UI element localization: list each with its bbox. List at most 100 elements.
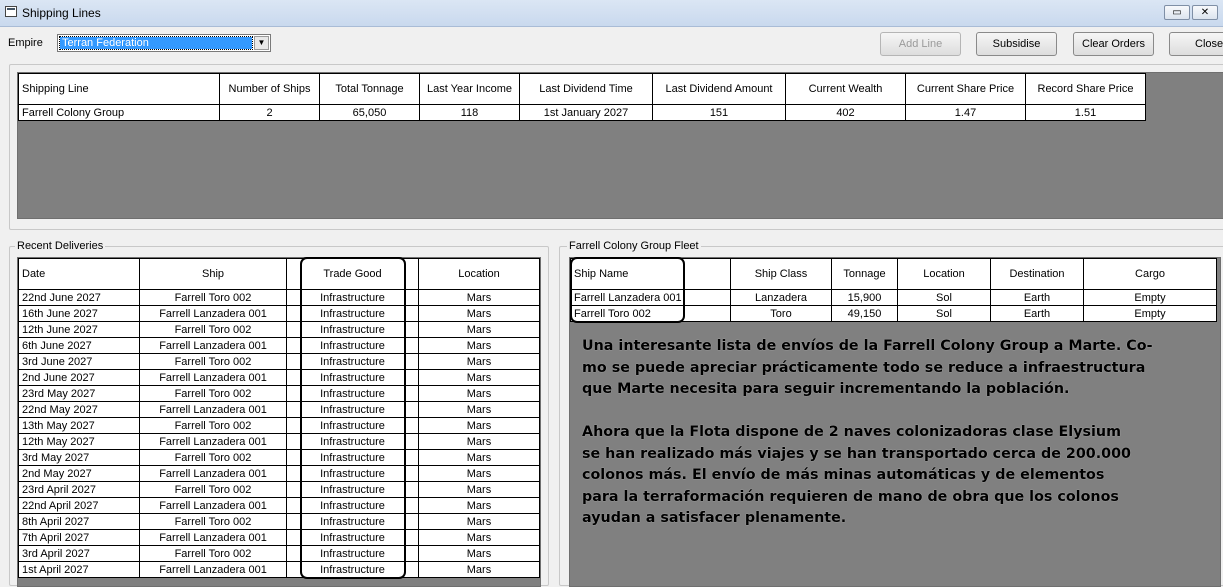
- fleet-column-header[interactable]: Destination: [990, 258, 1084, 290]
- table-cell: 15,900: [831, 289, 898, 306]
- table-row[interactable]: 13th May 2027 Farrell Toro 002 Infrastruct…: [18, 417, 540, 434]
- table-cell: Farrell Lanzadera 001: [139, 305, 287, 322]
- table-row[interactable]: 3rd April 2027 Farrell Toro 002 Infrastruc…: [18, 545, 540, 562]
- table-cell: Farrell Lanzadera 001: [139, 497, 287, 514]
- annotation-line: Ahora que la Flota dispone de 2 naves co…: [582, 424, 1122, 440]
- empire-dropdown[interactable]: Terran Federation ▼: [57, 34, 271, 52]
- table-cell: 3rd April 2027: [18, 545, 140, 562]
- empire-selected-value: Terran Federation: [59, 36, 253, 50]
- table-cell: Farrell Toro 002: [139, 385, 287, 402]
- shipping-lines-column-header[interactable]: Current Wealth: [785, 73, 906, 105]
- shipping-lines-column-header[interactable]: Last Dividend Amount: [652, 73, 786, 105]
- table-cell: Earth: [990, 289, 1084, 306]
- table-row[interactable]: 23rd May 2027 Farrell Toro 002 Infrastruct…: [18, 385, 540, 402]
- table-row[interactable]: 12th May 2027 Farrell Lanzadera 001 Infras…: [18, 433, 540, 450]
- shipping-lines-column-header[interactable]: Number of Ships: [219, 73, 320, 105]
- table-cell: Mars: [418, 321, 540, 338]
- shipping-lines-column-header[interactable]: Record Share Price: [1025, 73, 1146, 105]
- recent-deliveries-table: Date Ship Trade Good Location 22nd June 202…: [18, 258, 540, 578]
- close-button[interactable]: Close: [1169, 32, 1223, 56]
- table-cell: Mars: [418, 561, 540, 578]
- close-window-button[interactable]: ✕: [1192, 5, 1218, 20]
- table-cell: Mars: [418, 385, 540, 402]
- table-row[interactable]: 2nd June 2027 Farrell Lanzadera 001 Infras…: [18, 369, 540, 386]
- table-cell: Sol: [897, 289, 991, 306]
- table-cell: Mars: [418, 449, 540, 466]
- shipping-lines-column-header[interactable]: Total Tonnage: [319, 73, 420, 105]
- table-cell: Mars: [418, 369, 540, 386]
- table-cell: 23rd May 2027: [18, 385, 140, 402]
- annotation-line: se han realizado más viajes y se han tra…: [582, 445, 1131, 462]
- add-line-button[interactable]: Add Line: [880, 32, 961, 56]
- deliveries-column-header[interactable]: Ship: [139, 258, 287, 290]
- table-cell: 1st January 2027: [519, 104, 653, 121]
- table-cell: 12th June 2027: [18, 321, 140, 338]
- annotation-line: colonos más. El envío de más minas autom…: [582, 467, 1105, 483]
- shipping-lines-grid[interactable]: Shipping Line Number of Ships Total Tonnag…: [17, 72, 1223, 219]
- table-row[interactable]: 2nd May 2027 Farrell Lanzadera 001 Infrast…: [18, 465, 540, 482]
- table-cell: 22nd June 2027: [18, 289, 140, 306]
- table-row[interactable]: 23rd April 2027 Farrell Toro 002 Infrastru…: [18, 481, 540, 498]
- table-row[interactable]: 22nd June 2027 Farrell Toro 002 Infrastruc…: [18, 289, 540, 306]
- table-cell: 118: [419, 104, 520, 121]
- table-cell: 22nd April 2027: [18, 497, 140, 514]
- table-cell: 13th May 2027: [18, 417, 140, 434]
- table-cell: Mars: [418, 529, 540, 546]
- table-cell: Farrell Lanzadera 001: [139, 529, 287, 546]
- table-cell: Mars: [418, 497, 540, 514]
- table-cell: Mars: [418, 545, 540, 562]
- table-row[interactable]: 7th April 2027 Farrell Lanzadera 001 Infra…: [18, 529, 540, 546]
- table-row[interactable]: 1st April 2027 Farrell Lanzadera 001 Infra…: [18, 561, 540, 578]
- table-cell: 16th June 2027: [18, 305, 140, 322]
- fleet-column-header[interactable]: Location: [897, 258, 991, 290]
- table-row[interactable]: 16th June 2027 Farrell Lanzadera 001 Infra…: [18, 305, 540, 322]
- annotation-line: mo se puede apreciar prácticamente todo …: [582, 359, 1146, 376]
- table-row[interactable]: 22nd May 2027 Farrell Lanzadera 001 Infras…: [18, 401, 540, 418]
- shipping-lines-column-header[interactable]: Last Year Income: [419, 73, 520, 105]
- table-row[interactable]: 3rd May 2027 Farrell Toro 002 Infrastructu…: [18, 449, 540, 466]
- table-cell: 7th April 2027: [18, 529, 140, 546]
- deliveries-column-header[interactable]: Location: [418, 258, 540, 290]
- table-cell: Farrell Lanzadera 001: [139, 337, 287, 354]
- fleet-column-header[interactable]: Tonnage: [831, 258, 898, 290]
- fleet-label: Farrell Colony Group Fleet: [567, 240, 701, 252]
- table-cell: 3rd June 2027: [18, 353, 140, 370]
- table-cell: 2nd May 2027: [18, 465, 140, 482]
- fleet-column-header[interactable]: Cargo: [1083, 258, 1217, 290]
- fleet-column-header[interactable]: Ship Class: [730, 258, 832, 290]
- minimize-icon: ▭: [1172, 7, 1182, 18]
- chevron-down-icon[interactable]: ▼: [254, 36, 269, 50]
- table-row[interactable]: 8th April 2027 Farrell Toro 002 Infrastruc…: [18, 513, 540, 530]
- table-cell: Empty: [1083, 289, 1217, 306]
- table-cell: 1st April 2027: [18, 561, 140, 578]
- table-cell: Farrell Toro 002: [139, 513, 287, 530]
- minimize-button[interactable]: ▭: [1164, 5, 1190, 20]
- clear-orders-button[interactable]: Clear Orders: [1073, 32, 1154, 56]
- window-icon: [5, 6, 17, 17]
- table-row[interactable]: 22nd April 2027 Farrell Lanzadera 001 Infr…: [18, 497, 540, 514]
- table-row[interactable]: 6th June 2027 Farrell Lanzadera 001 Infras…: [18, 337, 540, 354]
- table-row[interactable]: 3rd June 2027 Farrell Toro 002 Infrastruct…: [18, 353, 540, 370]
- table-cell: Earth: [990, 305, 1084, 322]
- table-cell: 6th June 2027: [18, 337, 140, 354]
- table-row[interactable]: 12th June 2027 Farrell Toro 002 Infrastruc…: [18, 321, 540, 338]
- subsidise-button[interactable]: Subsidise: [976, 32, 1057, 56]
- table-cell: Farrell Lanzadera 001: [139, 401, 287, 418]
- deliveries-column-header[interactable]: Date: [18, 258, 140, 290]
- shipping-lines-column-header[interactable]: Shipping Line: [18, 73, 220, 105]
- shipping-lines-column-header[interactable]: Current Share Price: [905, 73, 1026, 105]
- trade-good-highlight: [300, 257, 406, 579]
- table-cell: 1.47: [905, 104, 1026, 121]
- shipping-lines-column-header[interactable]: Last Dividend Time: [519, 73, 653, 105]
- table-cell: Mars: [418, 401, 540, 418]
- recent-deliveries-label: Recent Deliveries: [15, 240, 106, 252]
- table-cell: Farrell Toro 002: [139, 321, 287, 338]
- table-cell: Mars: [418, 481, 540, 498]
- table-row[interactable]: Farrell Colony Group 2 65,050 118 1st Januar…: [18, 104, 1146, 121]
- table-cell: Mars: [418, 289, 540, 306]
- table-cell: 65,050: [319, 104, 420, 121]
- annotation-line: que Marte necesita para seguir increment…: [582, 381, 1070, 397]
- recent-deliveries-grid[interactable]: Date Ship Trade Good Location 22nd June 202…: [17, 257, 541, 587]
- close-icon: ✕: [1200, 7, 1210, 18]
- window-title: Shipping Lines: [22, 6, 101, 20]
